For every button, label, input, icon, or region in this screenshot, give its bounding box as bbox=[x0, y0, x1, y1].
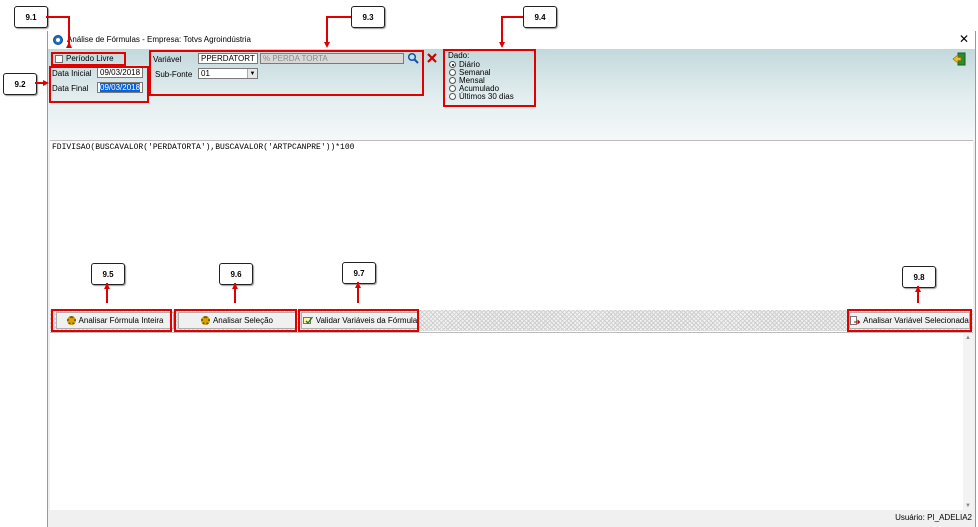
callout-9-3: 9.3 bbox=[351, 6, 385, 28]
callout-9-4-box bbox=[443, 49, 536, 107]
callout-9-3-arrow bbox=[324, 42, 330, 48]
callout-9-5-arrow bbox=[104, 283, 110, 289]
exit-icon[interactable] bbox=[952, 52, 966, 66]
callout-9-8-box bbox=[847, 309, 972, 332]
callout-9-5: 9.5 bbox=[91, 263, 125, 285]
callout-9-6-box bbox=[174, 309, 297, 332]
callout-9-6: 9.6 bbox=[219, 263, 253, 285]
title-bar: Análise de Fórmulas - Empresa: Totvs Agr… bbox=[48, 31, 975, 49]
callout-9-7-box bbox=[298, 309, 419, 332]
callout-9-1-arrow bbox=[66, 42, 72, 48]
callout-9-2-arrow bbox=[43, 80, 49, 86]
callout-9-8: 9.8 bbox=[902, 266, 936, 288]
callout-9-4: 9.4 bbox=[523, 6, 557, 28]
clear-icon[interactable] bbox=[427, 53, 437, 63]
app-icon bbox=[53, 35, 63, 45]
results-panel: ▲ ▼ bbox=[50, 332, 973, 511]
callout-9-2-box bbox=[49, 66, 149, 103]
status-bar: Usuário: PI_ADELIA2 bbox=[48, 510, 975, 527]
scroll-up-icon[interactable]: ▲ bbox=[965, 335, 971, 341]
callout-9-1-box bbox=[51, 52, 126, 66]
window-title: Análise de Fórmulas - Empresa: Totvs Agr… bbox=[67, 35, 251, 44]
callout-9-1: 9.1 bbox=[14, 6, 48, 28]
results-scrollbar[interactable]: ▲ ▼ bbox=[963, 333, 973, 511]
callout-9-6-arrow bbox=[232, 283, 238, 289]
callout-9-3-box bbox=[149, 50, 424, 96]
callout-9-8-arrow bbox=[915, 286, 921, 292]
formula-text: FDIVISAO(BUSCAVALOR('PERDATORTA'),BUSCAV… bbox=[52, 143, 355, 152]
callout-9-7: 9.7 bbox=[342, 262, 376, 284]
callout-9-5-box bbox=[51, 309, 172, 332]
callout-9-7-arrow bbox=[355, 282, 361, 288]
close-icon[interactable]: ✕ bbox=[959, 33, 969, 45]
user-status: Usuário: PI_ADELIA2 bbox=[895, 513, 972, 522]
callout-9-4-arrow bbox=[499, 42, 505, 48]
scroll-down-icon[interactable]: ▼ bbox=[965, 503, 971, 509]
callout-9-2: 9.2 bbox=[3, 73, 37, 95]
